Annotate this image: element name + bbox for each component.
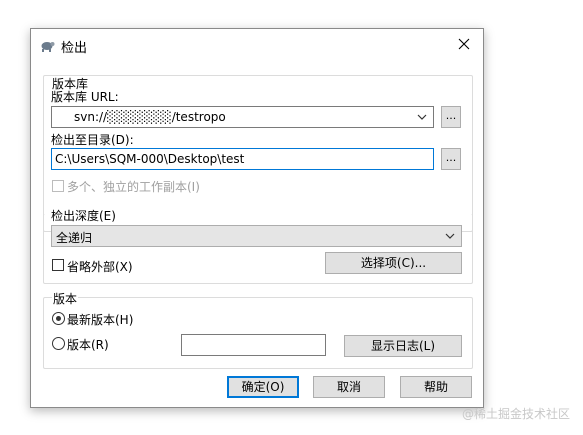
checkout-dialog: 检出 版本库 版本库 URL: svn://░░░░░░░/testropo .…	[30, 28, 484, 408]
chevron-down-icon	[445, 233, 455, 239]
revision-group-title: 版本	[52, 290, 79, 307]
depth-group-title: 检出深度(E)	[51, 209, 116, 223]
omit-externals-checkbox[interactable]	[52, 259, 64, 271]
close-icon	[458, 38, 470, 50]
url-label: 版本库 URL:	[51, 90, 119, 104]
checkout-dir-label: 检出至目录(D):	[51, 133, 134, 147]
depth-dropdown[interactable]: 全递归	[51, 225, 462, 247]
revision-group: 版本	[43, 290, 473, 369]
tortoise-icon	[39, 37, 55, 53]
choose-items-button[interactable]: 选择项(C)...	[325, 252, 462, 274]
depth-selected: 全递归	[56, 231, 93, 245]
browse-url-button[interactable]: ...	[441, 106, 461, 128]
head-revision-label: 最新版本(H)	[67, 313, 134, 327]
omit-externals-label: 省略外部(X)	[67, 260, 133, 274]
close-button[interactable]	[455, 35, 475, 55]
revision-radio[interactable]	[52, 337, 65, 350]
revision-input[interactable]	[181, 334, 326, 356]
show-log-button[interactable]: 显示日志(L)	[344, 335, 462, 357]
ok-button[interactable]: 确定(O)	[227, 376, 299, 398]
title-bar[interactable]: 检出	[31, 29, 483, 61]
checkout-dir-field[interactable]: C:\Users\SQM-000\Desktop\test	[51, 148, 434, 170]
watermark: @稀土掘金技术社区	[462, 407, 571, 421]
multi-copy-checkbox[interactable]	[52, 180, 64, 192]
chevron-down-icon	[417, 114, 427, 120]
url-combobox[interactable]: svn://░░░░░░░/testropo	[51, 106, 434, 128]
revision-label: 版本(R)	[67, 338, 109, 352]
multi-copy-label: 多个、独立的工作副本(I)	[67, 180, 200, 194]
url-value: svn://░░░░░░░/testropo	[74, 110, 226, 124]
head-revision-radio[interactable]	[52, 312, 65, 325]
browse-dir-button[interactable]: ...	[441, 148, 461, 170]
checkout-dir-value: C:\Users\SQM-000\Desktop\test	[55, 152, 245, 166]
cancel-button[interactable]: 取消	[313, 376, 385, 398]
dialog-title: 检出	[61, 41, 88, 56]
help-button[interactable]: 帮助	[400, 376, 472, 398]
